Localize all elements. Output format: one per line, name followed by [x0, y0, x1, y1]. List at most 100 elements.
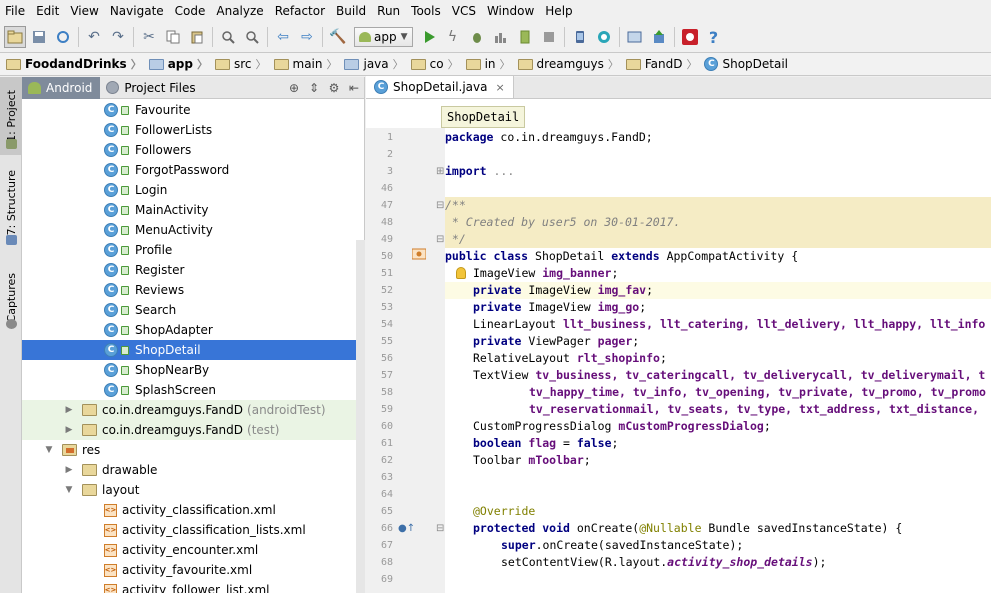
tree-item-followers[interactable]: C Followers [22, 140, 365, 160]
menu-file[interactable]: File [0, 0, 31, 22]
redo-icon[interactable]: ↷ [107, 26, 129, 48]
menu-analyze[interactable]: Analyze [211, 0, 269, 22]
expand-arrow-icon[interactable]: ▶ [64, 405, 74, 415]
avd-manager-icon[interactable] [569, 26, 591, 48]
cut-icon[interactable]: ✂ [138, 26, 160, 48]
menu-window[interactable]: Window [482, 0, 540, 22]
tree-item-shopdetail[interactable]: C ShopDetail [22, 340, 365, 360]
profile-icon[interactable] [490, 26, 512, 48]
scroll-from-source-icon[interactable]: ⊕ [284, 81, 304, 95]
project-structure-icon[interactable] [624, 26, 646, 48]
breadcrumb-project[interactable]: FoodandDrinks 〉 [6, 53, 149, 76]
collapse-arrow-icon[interactable]: ▼ [64, 485, 74, 495]
editor-tab-shopdetail[interactable]: C ShopDetail.java × [366, 76, 514, 98]
menu-help[interactable]: Help [540, 0, 578, 22]
tree-item-xml-classification[interactable]: <> activity_classification.xml [22, 500, 365, 520]
breadcrumb-src[interactable]: src 〉 [214, 53, 274, 76]
run-icon[interactable] [418, 26, 440, 48]
gear-icon[interactable]: ⚙ [324, 81, 344, 95]
expand-arrow-icon[interactable]: ▶ [64, 425, 74, 435]
code-area[interactable]: package co.in.dreamguys.FandD; import ..… [445, 128, 991, 593]
breadcrumb-java[interactable]: java 〉 [344, 53, 410, 76]
tree-item-res[interactable]: ▼ res [22, 440, 365, 460]
tree-item-shopnearby[interactable]: C ShopNearBy [22, 360, 365, 380]
menu-run[interactable]: Run [372, 0, 406, 22]
collapse-arrow-icon[interactable]: ▼ [44, 445, 54, 455]
gradle-sync-icon[interactable] [648, 26, 670, 48]
tree-item-reviews[interactable]: C Reviews [22, 280, 365, 300]
tree-item-favourite[interactable]: C Favourite [22, 100, 365, 120]
lock-icon [121, 145, 129, 155]
fold-collapse-icon[interactable]: ⊟ [436, 197, 444, 214]
tree-scrollbar[interactable] [356, 240, 365, 593]
fold-collapse-icon[interactable]: ⊟ [436, 520, 444, 537]
tree-item-search[interactable]: C Search [22, 300, 365, 320]
class-icon: C [104, 283, 118, 297]
device-monitor-icon[interactable] [679, 26, 701, 48]
attach-icon[interactable] [514, 26, 536, 48]
android-class-gutter-icon[interactable] [411, 248, 427, 266]
menu-vcs[interactable]: VCS [447, 0, 482, 22]
menu-tools[interactable]: Tools [406, 0, 447, 22]
tree-item-splashscreen[interactable]: C SplashScreen [22, 380, 365, 400]
class-icon: C [104, 243, 118, 257]
run-config-dropdown[interactable]: app ▼ [354, 27, 413, 47]
override-gutter-icon[interactable]: ●↑ [398, 520, 415, 537]
tree-item-package-androidtest[interactable]: ▶ co.in.dreamguys.FandD (androidTest) [22, 400, 365, 420]
tree-item-xml-encounter[interactable]: <> activity_encounter.xml [22, 540, 365, 560]
tree-item-mainactivity[interactable]: C MainActivity [22, 200, 365, 220]
debug-icon[interactable] [466, 26, 488, 48]
tree-item-register[interactable]: C Register [22, 260, 365, 280]
menu-navigate[interactable]: Navigate [105, 0, 170, 22]
breadcrumb-main[interactable]: main 〉 [273, 53, 345, 76]
tree-item-xml-classification-lists[interactable]: <> activity_classification_lists.xml [22, 520, 365, 540]
apply-changes-icon[interactable]: ϟ [442, 26, 464, 48]
tree-item-forgotpassword[interactable]: C ForgotPassword [22, 160, 365, 180]
fold-expand-icon[interactable]: ⊞ [436, 163, 444, 180]
tree-item-menuactivity[interactable]: C MenuActivity [22, 220, 365, 240]
breadcrumb-app[interactable]: app 〉 [148, 53, 215, 76]
close-icon[interactable]: × [496, 81, 505, 94]
build-icon[interactable]: 🔨 [327, 26, 349, 48]
collapse-all-icon[interactable]: ⇕ [304, 81, 324, 95]
menu-code[interactable]: Code [170, 0, 212, 22]
tree-item-profile[interactable]: C Profile [22, 240, 365, 260]
breadcrumb-dreamguys[interactable]: dreamguys 〉 [517, 53, 626, 76]
tree-item-followerlists[interactable]: C FollowerLists [22, 120, 365, 140]
tree-item-drawable[interactable]: ▶ drawable [22, 460, 365, 480]
breadcrumb-co[interactable]: co 〉 [410, 53, 466, 76]
menu-refactor[interactable]: Refactor [270, 0, 331, 22]
tab-project-files[interactable]: Project Files [100, 77, 203, 99]
tool-tab-structure[interactable]: 7: Structure [0, 161, 22, 245]
lightbulb-icon[interactable] [456, 267, 466, 279]
tree-item-xml-follower-list[interactable]: <> activity_follower_list.xml [22, 580, 365, 593]
back-icon[interactable]: ⇦ [272, 26, 294, 48]
undo-icon[interactable]: ↶ [83, 26, 105, 48]
sync-icon[interactable] [52, 26, 74, 48]
save-icon[interactable] [28, 26, 50, 48]
menu-build[interactable]: Build [331, 0, 372, 22]
expand-arrow-icon[interactable]: ▶ [64, 465, 74, 475]
tree-item-package-test[interactable]: ▶ co.in.dreamguys.FandD (test) [22, 420, 365, 440]
fold-collapse-icon[interactable]: ⊟ [436, 231, 444, 248]
menu-edit[interactable]: Edit [31, 0, 65, 22]
tree-item-shopadapter[interactable]: C ShopAdapter [22, 320, 365, 340]
open-folder-icon[interactable] [4, 26, 26, 48]
tab-android[interactable]: Android [22, 76, 101, 99]
breadcrumb-fandd[interactable]: FandD 〉 [625, 53, 705, 76]
replace-icon[interactable] [241, 26, 263, 48]
hide-panel-icon[interactable]: ⇤ [344, 81, 364, 95]
breadcrumb-shopdetail[interactable]: C ShopDetail [704, 53, 790, 76]
paste-icon[interactable] [186, 26, 208, 48]
sdk-manager-icon[interactable] [593, 26, 615, 48]
stop-icon[interactable] [538, 26, 560, 48]
copy-icon[interactable] [162, 26, 184, 48]
find-icon[interactable] [217, 26, 239, 48]
tree-item-login[interactable]: C Login [22, 180, 365, 200]
forward-icon[interactable]: ⇨ [296, 26, 318, 48]
help-icon[interactable]: ? [703, 26, 725, 48]
menu-view[interactable]: View [65, 0, 104, 22]
breadcrumb-in[interactable]: in 〉 [465, 53, 518, 76]
tree-item-layout[interactable]: ▼ layout [22, 480, 365, 500]
tree-item-xml-favourite[interactable]: <> activity_favourite.xml [22, 560, 365, 580]
